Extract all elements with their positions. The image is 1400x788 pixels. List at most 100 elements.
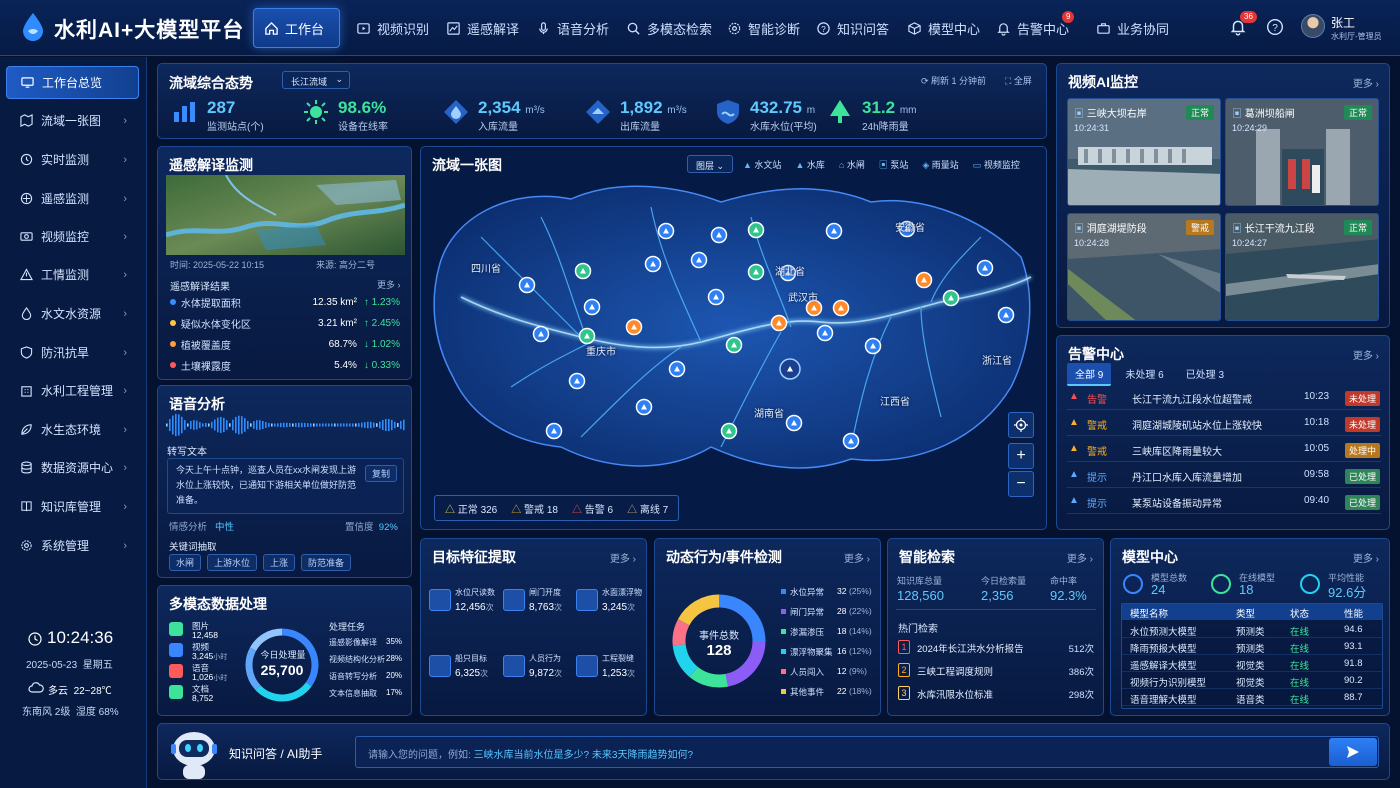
basin-map[interactable] — [421, 147, 1047, 530]
station-marker[interactable] — [942, 289, 960, 307]
user-avatar[interactable] — [1301, 14, 1325, 38]
station-marker[interactable] — [635, 398, 653, 416]
basin-select[interactable]: 长江流域 ⌄ — [282, 71, 350, 89]
remote-more-link[interactable]: 更多 › — [377, 278, 401, 291]
fullscreen-button[interactable]: ⛶ 全屏 — [1005, 74, 1032, 87]
nav-video-recognition[interactable]: 视频识别 — [346, 8, 439, 48]
qa-input[interactable]: 请输入您的问题，例如: 三峡水库当前水位是多少? 未来3天降雨趋势如何? — [355, 736, 1379, 768]
send-button[interactable] — [1329, 738, 1377, 766]
alarm-marker[interactable] — [625, 318, 643, 336]
target-feature-card[interactable]: 水位尺读数 12,456次 — [429, 585, 501, 625]
camera-tile[interactable]: ▣ 长江干流九江段 10:24:27 正常 — [1225, 213, 1379, 321]
target-feature-card[interactable]: 人员行为 9,872次 — [503, 651, 575, 691]
station-marker[interactable] — [976, 259, 994, 277]
station-marker[interactable] — [710, 226, 728, 244]
zoom-out-button[interactable]: − — [1008, 471, 1034, 497]
station-marker[interactable] — [657, 222, 675, 240]
station-marker[interactable] — [668, 360, 686, 378]
map-layer-toggle[interactable]: ◈ 雨量站 — [922, 158, 958, 171]
keyword-tag[interactable]: 水闸 — [169, 554, 202, 571]
camera-tile[interactable]: ▣ 葛洲坝船闸 10:24:29 正常 — [1225, 98, 1379, 206]
map-layer-toggle[interactable]: ▣ 泵站 — [879, 158, 909, 171]
model-table-row[interactable]: 水位预测大模型 预测类 在线 94.6 — [1122, 622, 1382, 638]
station-marker[interactable] — [720, 422, 738, 440]
sidebar-item-hydrology[interactable]: 水文水资源 › — [6, 297, 139, 330]
station-marker[interactable] — [644, 255, 662, 273]
alarm-marker[interactable] — [915, 271, 933, 289]
target-feature-card[interactable]: 水面漂浮物 3,245次 — [576, 585, 646, 625]
station-marker[interactable] — [785, 414, 803, 432]
status-legend-item[interactable]: △ 离线 7 — [627, 501, 668, 516]
station-marker[interactable] — [725, 336, 743, 354]
nav-knowledge-qa[interactable]: ? 知识问答 — [806, 8, 899, 48]
refresh-button[interactable]: ⟳ 刷新 1 分钟前 — [921, 74, 986, 87]
help-icon[interactable]: ? — [1266, 18, 1284, 36]
nav-business-collab[interactable]: 业务协同 — [1086, 8, 1179, 48]
hot-search-item[interactable]: 2 三峡工程调度规则 386次 — [898, 663, 1094, 679]
camera-tile[interactable]: ▣ 洞庭湖堤防段 10:24:28 警戒 — [1067, 213, 1221, 321]
map-layer-toggle[interactable]: ⌂ 水闸 — [839, 158, 865, 171]
station-marker[interactable] — [779, 358, 801, 380]
alarm-more-link[interactable]: 更多 › — [1353, 347, 1379, 362]
station-marker[interactable] — [997, 306, 1015, 324]
status-legend-item[interactable]: △ 告警 6 — [572, 501, 613, 516]
search-more-link[interactable]: 更多 › — [1067, 550, 1093, 565]
sidebar-item-engineering[interactable]: 工情监测 › — [6, 258, 139, 291]
sidebar-item-workbench-overview[interactable]: 工作台总览 — [6, 66, 139, 99]
station-marker[interactable] — [518, 276, 536, 294]
station-marker[interactable] — [825, 222, 843, 240]
target-feature-card[interactable]: 船只目标 6,325次 — [429, 651, 501, 691]
station-marker[interactable] — [747, 221, 765, 239]
alarm-item[interactable]: ▲ 告警 长江干流九江段水位超警戒 10:23 未处理 — [1067, 388, 1381, 410]
user-name[interactable]: 张工 — [1331, 14, 1355, 31]
layer-select[interactable]: 图层 ⌄ — [687, 155, 734, 173]
keyword-tag[interactable]: 上涨 — [263, 554, 296, 571]
locate-button[interactable] — [1008, 412, 1034, 438]
station-marker[interactable] — [690, 251, 708, 269]
sidebar-item-knowledge[interactable]: 知识库管理 › — [6, 490, 139, 523]
alarm-item[interactable]: ▲ 警戒 洞庭湖城陵矶站水位上涨较快 10:18 未处理 — [1067, 414, 1381, 436]
station-marker[interactable] — [816, 324, 834, 342]
satellite-image[interactable] — [166, 175, 405, 255]
map-layer-toggle[interactable]: ▲ 水库 — [795, 158, 824, 171]
camera-tile[interactable]: ▣ 三峡大坝右岸 10:24:31 正常 — [1067, 98, 1221, 206]
sidebar-item-video[interactable]: 视频监控 › — [6, 220, 139, 253]
nav-smart-diagnosis[interactable]: 智能诊断 — [717, 8, 810, 48]
station-marker[interactable] — [864, 337, 882, 355]
keyword-tag[interactable]: 防范准备 — [301, 554, 352, 571]
alarm-item[interactable]: ▲ 提示 某泵站设备振动异常 09:40 已处理 — [1067, 492, 1381, 514]
target-feature-card[interactable]: 工程裂缝 1,253次 — [576, 651, 646, 691]
station-marker[interactable] — [747, 263, 765, 281]
sidebar-item-ecology[interactable]: 水生态环境 › — [6, 413, 139, 446]
hot-search-item[interactable]: 3 水库汛限水位标准 298次 — [898, 686, 1094, 702]
alarm-tab[interactable]: 未处理 6 — [1117, 363, 1171, 386]
sidebar-item-project-mgmt[interactable]: 水利工程管理 › — [6, 374, 139, 407]
alarm-item[interactable]: ▲ 警戒 三峡库区降雨量较大 10:05 处理中 — [1067, 440, 1381, 462]
models-more-link[interactable]: 更多 › — [1353, 550, 1379, 565]
sidebar-item-data-center[interactable]: 数据资源中心 › — [6, 451, 139, 484]
station-marker[interactable] — [583, 298, 601, 316]
station-marker[interactable] — [545, 422, 563, 440]
model-table-row[interactable]: 语音理解大模型 语音类 在线 88.7 — [1122, 690, 1382, 706]
station-marker[interactable] — [532, 325, 550, 343]
status-legend-item[interactable]: △ 警戒 18 — [511, 501, 558, 516]
station-marker[interactable] — [842, 432, 860, 450]
alarm-marker[interactable] — [770, 314, 788, 332]
station-marker[interactable] — [568, 372, 586, 390]
alarm-marker[interactable] — [832, 299, 850, 317]
nav-multimodal-search[interactable]: 多模态检索 — [616, 8, 722, 48]
model-table-row[interactable]: 遥感解译大模型 视觉类 在线 91.8 — [1122, 656, 1382, 672]
copy-button[interactable]: 复制 — [365, 465, 398, 482]
nav-model-center[interactable]: 模型中心 — [897, 8, 990, 48]
keyword-tag[interactable]: 上游水位 — [207, 554, 258, 571]
map-layer-toggle[interactable]: ▭ 视频监控 — [973, 158, 1020, 171]
model-table-row[interactable]: 视频行为识别模型 视觉类 在线 90.2 — [1122, 673, 1382, 689]
events-more-link[interactable]: 更多 › — [844, 550, 870, 565]
status-legend-item[interactable]: △ 正常 326 — [445, 501, 497, 516]
video-more-link[interactable]: 更多 › — [1353, 75, 1379, 90]
map-layer-toggle[interactable]: ▲ 水文站 — [743, 158, 781, 171]
zoom-in-button[interactable]: + — [1008, 443, 1034, 469]
sidebar-item-basin-map[interactable]: 流域一张图 › — [6, 104, 139, 137]
station-marker[interactable] — [574, 262, 592, 280]
target-feature-card[interactable]: 闸门开度 8,763次 — [503, 585, 575, 625]
